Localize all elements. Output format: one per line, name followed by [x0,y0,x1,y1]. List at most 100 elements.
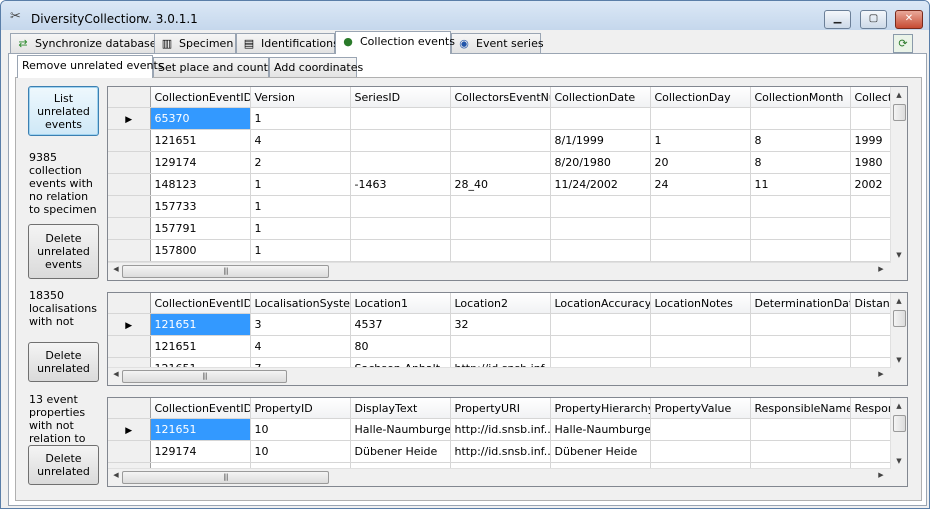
table-cell[interactable]: 121651 [150,129,251,152]
table-cell[interactable]: Dübener Heide [550,440,651,463]
column-header[interactable]: LocalisationSystemID [250,293,351,314]
scroll-left-icon[interactable]: ◀ [110,265,122,273]
sync-icon[interactable]: ⟳ [893,34,913,53]
horizontal-scroll-thumb[interactable]: ||| [122,370,287,383]
table-cell[interactable]: 8 [750,151,851,174]
table-cell[interactable] [650,107,751,130]
table-cell[interactable] [750,440,851,463]
table-cell[interactable]: Halle-Naumburge... [550,418,651,441]
column-header[interactable]: Location2 [450,293,551,314]
table-row[interactable]: 157791 1 [108,217,907,240]
tab-add-coordinates[interactable]: Add coordinates [269,57,363,77]
properties-grid[interactable]: CollectionEventID PropertyID DisplayText Pr… [107,397,908,487]
delete-unrelated-localisations-button[interactable]: Delete unrelated [28,342,99,382]
table-cell[interactable]: 157791 [150,217,251,240]
table-cell[interactable] [350,195,451,218]
table-cell[interactable] [550,335,651,358]
vertical-scroll-thumb[interactable] [893,104,906,121]
table-cell[interactable]: 121651 [150,418,251,441]
row-header[interactable] [108,217,151,240]
scroll-up-icon[interactable]: ▲ [891,297,907,305]
table-cell[interactable] [750,313,851,336]
table-row[interactable]: 157800 1 [108,239,907,262]
table-cell[interactable]: 32 [450,313,551,336]
row-header[interactable]: ▶ [108,313,151,336]
table-cell[interactable] [450,195,551,218]
scroll-right-icon[interactable]: ▶ [875,370,887,378]
column-header[interactable]: LocationAccuracy [550,293,651,314]
column-header[interactable]: PropertyID [250,398,351,419]
table-cell[interactable] [550,107,651,130]
column-header[interactable]: CollectionDay [650,87,751,108]
tab-specimen[interactable]: ▥ Specimen [154,33,236,53]
horizontal-scrollbar[interactable]: ◀ ||| ▶ [108,262,891,280]
column-header[interactable]: CollectionEventID [150,87,251,108]
tab-remove-unrelated-events[interactable]: Remove unrelated events [17,55,164,78]
table-cell[interactable] [350,129,451,152]
table-cell[interactable]: 157800 [150,239,251,262]
table-cell[interactable] [450,151,551,174]
tab-event-series[interactable]: ◉ Event series [451,33,544,53]
column-header[interactable]: DeterminationDate [750,293,851,314]
horizontal-scroll-thumb[interactable]: ||| [122,471,329,484]
horizontal-scroll-thumb[interactable]: ||| [122,265,329,278]
table-cell[interactable] [450,335,551,358]
table-cell[interactable] [650,335,751,358]
row-header[interactable] [108,129,151,152]
table-cell[interactable] [450,107,551,130]
column-header[interactable]: PropertyValue [650,398,751,419]
table-cell[interactable]: -1463 [350,173,451,196]
column-header[interactable]: CollectionEventID [150,398,251,419]
scroll-down-icon[interactable]: ▼ [891,457,907,465]
table-cell[interactable] [350,217,451,240]
row-header[interactable] [108,173,151,196]
vertical-scrollbar[interactable]: ▲ ▼ [890,87,907,263]
table-row[interactable]: 157733 1 [108,195,907,218]
table-cell[interactable]: 4 [250,129,351,152]
table-cell[interactable]: http://id.snsb.inf... [450,440,551,463]
table-cell[interactable] [750,335,851,358]
table-row[interactable]: 129174 2 8/20/1980 20 8 1980 [108,151,907,174]
table-cell[interactable]: 129174 [150,151,251,174]
table-cell[interactable] [650,195,751,218]
column-header[interactable]: CollectorsEventNumber [450,87,551,108]
horizontal-scrollbar[interactable]: ◀ ||| ▶ [108,367,891,385]
scroll-down-icon[interactable]: ▼ [891,356,907,364]
minimize-button[interactable]: ▁ [824,10,851,29]
scroll-left-icon[interactable]: ◀ [110,471,122,479]
table-cell[interactable] [450,239,551,262]
table-cell[interactable] [650,418,751,441]
table-cell[interactable] [750,239,851,262]
table-cell[interactable] [350,107,451,130]
table-cell[interactable]: 10 [250,418,351,441]
table-cell[interactable]: 1 [250,173,351,196]
column-header[interactable]: CollectionMonth [750,87,851,108]
table-cell[interactable]: 20 [650,151,751,174]
horizontal-scrollbar[interactable]: ◀ ||| ▶ [108,468,891,486]
table-cell[interactable]: 8/20/1980 [550,151,651,174]
table-cell[interactable] [550,217,651,240]
table-cell[interactable] [650,217,751,240]
maximize-button[interactable]: ▢ [860,10,887,29]
table-cell[interactable]: Dübener Heide [350,440,451,463]
table-cell[interactable]: 8 [750,129,851,152]
table-cell[interactable]: 24 [650,173,751,196]
row-header[interactable] [108,335,151,358]
table-cell[interactable]: 1 [250,217,351,240]
scroll-right-icon[interactable]: ▶ [875,265,887,273]
scroll-down-icon[interactable]: ▼ [891,251,907,259]
row-header[interactable] [108,151,151,174]
table-cell[interactable]: 65370 [150,107,251,130]
column-header[interactable]: SeriesID [350,87,451,108]
table-cell[interactable]: 11 [750,173,851,196]
table-row[interactable]: 129174 10 Dübener Heide http://id.snsb.inf.… [108,440,907,463]
table-cell[interactable] [450,217,551,240]
column-header[interactable]: PropertyHierarchyCache [550,398,651,419]
table-cell[interactable]: 10 [250,440,351,463]
table-cell[interactable]: 148123 [150,173,251,196]
events-grid[interactable]: CollectionEventID Version SeriesID Collecto… [107,86,908,281]
list-unrelated-events-button[interactable]: List unrelated events [28,86,99,136]
table-row[interactable]: ▶ 121651 3 4537 32 [108,313,907,336]
row-header[interactable] [108,239,151,262]
tab-synchronize-databases[interactable]: ⇄ Synchronize databases [10,33,162,53]
